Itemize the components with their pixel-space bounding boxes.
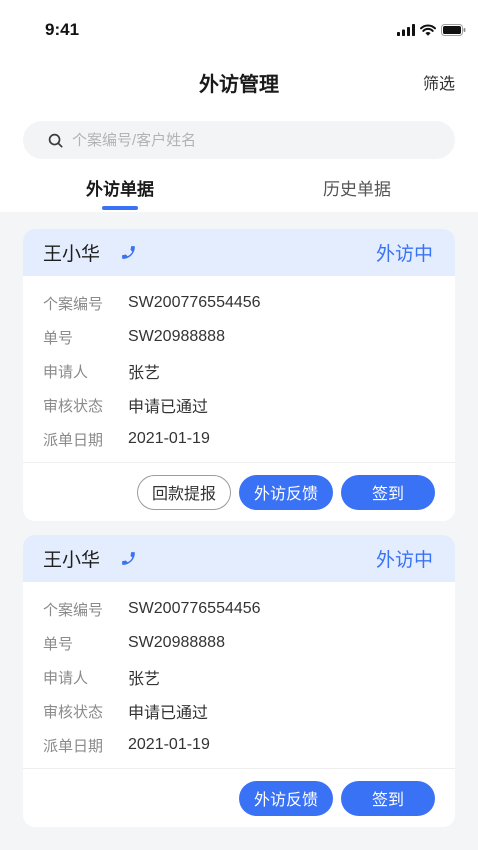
tab-history-orders[interactable]: 历史单据	[297, 172, 417, 212]
visit-order-card[interactable]: 王小华 外访中 个案编号 SW200776554456 单号 SW2098888…	[23, 535, 455, 827]
card-details: 个案编号 SW200776554456 单号 SW20988888 申请人 张艺…	[23, 582, 455, 768]
detail-row-case-number: 个案编号 SW200776554456	[43, 286, 455, 320]
field-label: 单号	[43, 635, 74, 653]
detail-row-order-number: 单号 SW20988888	[43, 320, 455, 354]
dispatch-date-value: 2021-01-19	[128, 430, 210, 447]
visit-order-list: 王小华 外访中 个案编号 SW200776554456 单号 SW2098888…	[23, 229, 455, 827]
tab-label: 外访单据	[86, 180, 154, 199]
visit-feedback-button[interactable]: 外访反馈	[239, 474, 333, 510]
detail-row-review-status: 审核状态 申请已通过	[43, 694, 455, 728]
card-details: 个案编号 SW200776554456 单号 SW20988888 申请人 张艺…	[23, 276, 455, 462]
detail-row-applicant: 申请人 张艺	[43, 354, 455, 388]
page-title: 外访管理	[199, 74, 279, 96]
filter-button[interactable]: 筛选	[423, 75, 455, 95]
applicant-value: 张艺	[128, 671, 161, 688]
card-actions: 外访反馈 签到	[23, 769, 455, 827]
review-status-value: 申请已通过	[128, 705, 209, 722]
field-label: 个案编号	[43, 601, 104, 619]
detail-row-case-number: 个案编号 SW200776554456	[43, 592, 455, 626]
field-label: 个案编号	[43, 295, 104, 313]
detail-row-applicant: 申请人 张艺	[43, 660, 455, 694]
visit-status-badge: 外访中	[375, 550, 433, 571]
detail-row-order-number: 单号 SW20988888	[43, 626, 455, 660]
phone-icon[interactable]	[120, 244, 137, 261]
field-label: 审核状态	[43, 397, 104, 415]
battery-icon	[441, 24, 466, 36]
field-label: 申请人	[43, 669, 89, 687]
visit-order-card[interactable]: 王小华 外访中 个案编号 SW200776554456 单号 SW2098888…	[23, 229, 455, 521]
detail-row-dispatch-date: 派单日期 2021-01-19	[43, 728, 455, 762]
detail-row-review-status: 审核状态 申请已通过	[43, 388, 455, 422]
wifi-icon	[420, 24, 436, 36]
visit-feedback-button[interactable]: 外访反馈	[239, 780, 333, 816]
card-actions: 回款提报 外访反馈 签到	[23, 463, 455, 521]
applicant-value: 张艺	[128, 365, 161, 382]
field-label: 申请人	[43, 363, 89, 381]
phone-icon[interactable]	[120, 550, 137, 567]
payment-report-button[interactable]: 回款提报	[137, 474, 231, 510]
case-number-value: SW200776554456	[128, 600, 261, 617]
visit-status-badge: 外访中	[375, 244, 433, 265]
active-tab-indicator	[102, 206, 138, 210]
detail-row-dispatch-date: 派单日期 2021-01-19	[43, 422, 455, 456]
tab-visit-orders[interactable]: 外访单据	[60, 172, 180, 212]
nav-bar: 外访管理 筛选	[0, 60, 478, 110]
card-header: 王小华 外访中	[23, 229, 455, 276]
check-in-button[interactable]: 签到	[341, 780, 435, 816]
customer-name: 王小华	[43, 244, 101, 265]
status-icons	[397, 24, 466, 36]
card-header: 王小华 外访中	[23, 535, 455, 582]
search-icon	[48, 133, 63, 148]
cellular-signal-icon	[397, 24, 415, 36]
tab-label: 历史单据	[323, 180, 391, 199]
tab-bar: 外访单据 历史单据	[0, 172, 478, 212]
status-time: 9:41	[45, 20, 80, 39]
search-input[interactable]	[72, 121, 412, 159]
case-number-value: SW200776554456	[128, 294, 261, 311]
customer-name: 王小华	[43, 550, 101, 571]
review-status-value: 申请已通过	[128, 399, 209, 416]
field-label: 单号	[43, 329, 74, 347]
field-label: 派单日期	[43, 431, 104, 449]
search-bar	[23, 121, 455, 159]
order-number-value: SW20988888	[128, 634, 225, 651]
app-screen: 9:41 外访管理 筛选 个案编号/客户姓名 外访单据 历史单据 王小华 外访中…	[0, 0, 478, 850]
order-number-value: SW20988888	[128, 328, 225, 345]
dispatch-date-value: 2021-01-19	[128, 736, 210, 753]
status-bar: 9:41	[0, 0, 478, 60]
field-label: 派单日期	[43, 737, 104, 755]
field-label: 审核状态	[43, 703, 104, 721]
check-in-button[interactable]: 签到	[341, 474, 435, 510]
